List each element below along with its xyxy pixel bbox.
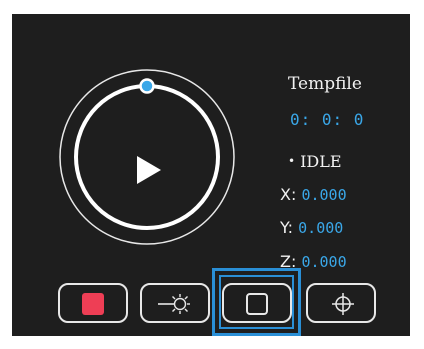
coord-x: X: 0.000: [280, 185, 347, 204]
coord-z-value: 0.000: [301, 253, 347, 271]
job-status: • IDLE: [288, 152, 342, 171]
target-button[interactable]: [306, 283, 376, 323]
laser-icon: [158, 294, 190, 314]
job-filename: Tempfile: [288, 74, 362, 94]
job-timer: 0: 0: 0: [290, 110, 365, 129]
status-dot: •: [288, 154, 296, 168]
coord-x-label: X:: [280, 185, 297, 204]
laser-button[interactable]: [140, 283, 210, 323]
status-text: IDLE: [300, 152, 342, 171]
coord-z-label: Z:: [280, 252, 297, 271]
coord-y: Y: 0.000: [280, 218, 343, 237]
coord-y-value: 0.000: [298, 219, 344, 237]
stop-icon: [82, 293, 104, 315]
coord-y-label: Y:: [280, 218, 294, 237]
frame-icon: [246, 293, 268, 315]
crosshair-icon: [332, 293, 354, 315]
play-button[interactable]: [84, 94, 210, 220]
stop-button[interactable]: [58, 283, 128, 323]
coord-x-value: 0.000: [301, 186, 347, 204]
coord-z: Z: 0.000: [280, 252, 347, 271]
frame-button[interactable]: [222, 283, 292, 323]
progress-knob[interactable]: [139, 78, 155, 94]
